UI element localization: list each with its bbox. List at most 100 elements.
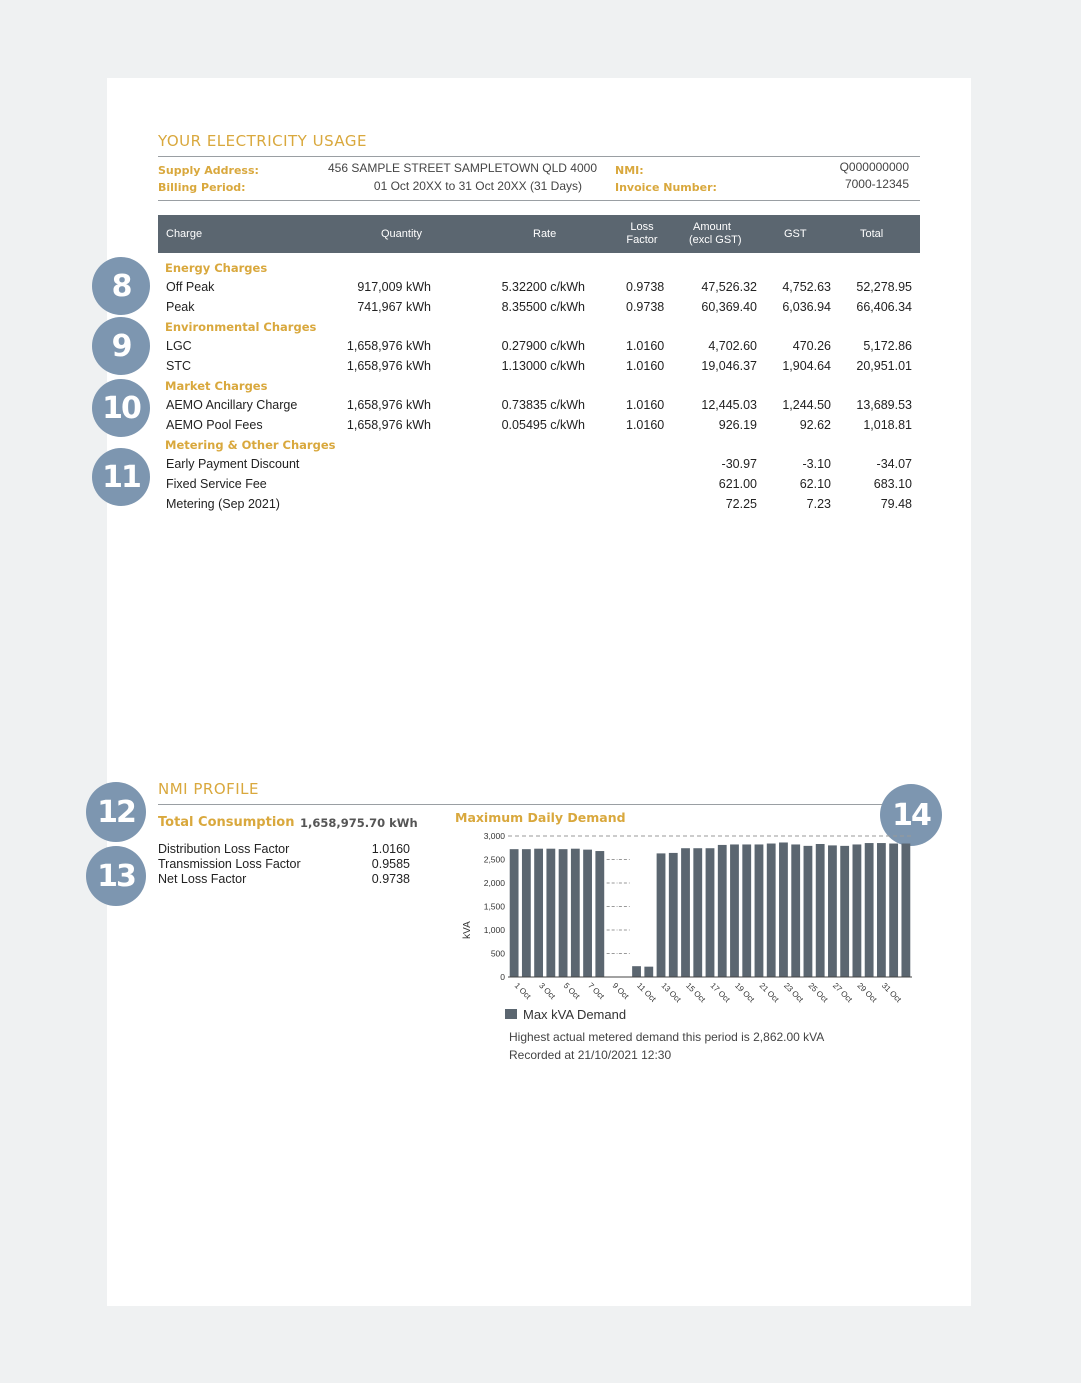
bar xyxy=(558,849,568,977)
bar xyxy=(864,843,874,977)
bar xyxy=(901,843,911,977)
demand-chart: 0 500 1,000 1,500 2,000 2,500 3,000 1 Oct 3 Oct… xyxy=(462,831,912,1004)
bar xyxy=(693,848,703,977)
callout-badge-9: 9 xyxy=(92,317,150,375)
bar xyxy=(583,849,592,977)
bar xyxy=(803,845,813,977)
bar xyxy=(656,853,666,977)
y-tick-label: 500 xyxy=(491,949,505,959)
section-metering: Metering & Other Charges xyxy=(165,438,336,452)
recorded-note: Recorded at 21/10/2021 12:30 xyxy=(509,1048,672,1062)
x-tick-label: 29 Oct xyxy=(855,981,879,1004)
supply-address-label: Supply Address: xyxy=(158,164,259,177)
list-item: Net Loss Factor 0.9738 xyxy=(158,872,410,886)
list-item: Transmission Loss Factor 0.9585 xyxy=(158,857,410,871)
bar xyxy=(815,843,825,977)
col-rate: Rate xyxy=(533,227,557,240)
nmi-label: NMI: xyxy=(615,164,644,177)
bar xyxy=(570,848,580,977)
bar xyxy=(840,845,850,977)
x-tick-label: 13 Oct xyxy=(660,981,684,1004)
callout-badge-10: 10 xyxy=(92,379,150,437)
section-environmental: Environmental Charges xyxy=(165,320,317,334)
loss-factor-list: Distribution Loss Factor 1.0160 Transmiss… xyxy=(158,842,410,887)
section-energy: Energy Charges xyxy=(165,261,268,275)
x-axis: 1 Oct 3 Oct 5 Oct 7 Oct 9 Oct 11 Oct 13 Oct 15 … xyxy=(508,976,912,1004)
bar xyxy=(632,966,641,977)
legend-label: Max kVA Demand xyxy=(523,1007,627,1022)
x-tick-label: 23 Oct xyxy=(782,981,806,1004)
billing-period: 01 Oct 20XX to 31 Oct 20XX (31 Days) xyxy=(373,179,582,193)
callout-badge-12: 12 xyxy=(86,782,146,842)
x-tick-label: 1 Oct xyxy=(513,981,533,1001)
table-row: AEMO Ancillary Charge 1,658,976 kWh 0.73… xyxy=(166,398,912,412)
demand-note: Highest actual metered demand this perio… xyxy=(509,1030,825,1044)
x-tick-label: 17 Oct xyxy=(709,981,733,1004)
chart-title: Maximum Daily Demand xyxy=(455,810,626,825)
x-tick-label: 15 Oct xyxy=(684,981,708,1004)
table-row: AEMO Pool Fees 1,658,976 kWh 0.05495 c/k… xyxy=(166,418,912,432)
bar xyxy=(828,845,837,977)
table-row: Fixed Service Fee 621.00 62.10 683.10 xyxy=(166,477,912,491)
y-tick-label: 3,000 xyxy=(484,831,506,841)
divider xyxy=(158,804,882,805)
x-tick-label: 3 Oct xyxy=(537,981,557,1001)
bar xyxy=(681,848,690,977)
legend-swatch xyxy=(505,1009,517,1019)
bar xyxy=(889,843,899,977)
invoice-label: Invoice Number: xyxy=(615,181,717,194)
usage-title: YOUR ELECTRICITY USAGE xyxy=(158,132,367,150)
col-quantity: Quantity xyxy=(381,227,422,240)
bar xyxy=(754,844,764,977)
profile-title: NMI PROFILE xyxy=(158,780,260,798)
bar xyxy=(509,849,519,977)
divider xyxy=(158,200,920,201)
billing-period-label: Billing Period: xyxy=(158,181,246,194)
bar xyxy=(852,844,862,977)
bar xyxy=(705,848,715,977)
bar xyxy=(521,849,531,977)
col-gst: GST xyxy=(784,227,807,240)
y-tick-label: 1,000 xyxy=(484,925,506,935)
table-row: LGC 1,658,976 kWh 0.27900 c/kWh 1.0160 4… xyxy=(166,339,912,353)
bar xyxy=(595,851,605,977)
table-row: STC 1,658,976 kWh 1.13000 c/kWh 1.0160 1… xyxy=(166,359,912,373)
callout-badge-8: 8 xyxy=(92,257,150,315)
col-amount: Amount (excl GST) xyxy=(689,221,742,246)
bar xyxy=(534,848,544,977)
bar xyxy=(766,843,776,977)
col-loss-factor: Loss Factor xyxy=(626,221,658,246)
callout-badge-11: 11 xyxy=(92,448,150,506)
bar xyxy=(644,966,654,977)
bar xyxy=(779,842,788,977)
table-row: Early Payment Discount -30.97 -3.10 -34.… xyxy=(166,457,912,471)
list-item: Distribution Loss Factor 1.0160 xyxy=(158,842,410,856)
x-tick-label: 21 Oct xyxy=(758,981,782,1004)
bar xyxy=(546,848,556,977)
bar xyxy=(730,844,739,977)
col-total: Total xyxy=(860,227,884,240)
x-tick-label: 25 Oct xyxy=(807,981,831,1004)
table-row: Off Peak 917,009 kWh 5.32200 c/kWh 0.973… xyxy=(166,280,912,294)
col-charge: Charge xyxy=(166,227,203,240)
bar xyxy=(876,843,886,977)
section-market: Market Charges xyxy=(165,379,268,393)
callout-badge-13: 13 xyxy=(86,846,146,906)
table-row: Metering (Sep 2021) 72.25 7.23 79.48 xyxy=(166,497,912,511)
bars xyxy=(509,842,911,977)
nmi-value: Q000000000 xyxy=(839,160,909,174)
y-tick-label: 2,500 xyxy=(484,855,506,865)
y-axis-label: kVA xyxy=(462,921,473,939)
bar xyxy=(668,852,678,977)
y-tick-label: 2,000 xyxy=(484,878,506,888)
bar xyxy=(791,844,801,977)
x-tick-label: 27 Oct xyxy=(831,981,855,1004)
table-header: Charge Quantity Rate Loss Factor Amount (e… xyxy=(158,215,920,253)
y-tick-label: 1,500 xyxy=(484,902,506,912)
bar xyxy=(717,844,727,977)
x-tick-label: 7 Oct xyxy=(586,981,606,1001)
divider xyxy=(158,156,920,157)
x-tick-label: 11 Oct xyxy=(635,981,658,1004)
y-axis: 0 500 1,000 1,500 2,000 2,500 3,000 xyxy=(484,831,506,982)
x-tick-label: 19 Oct xyxy=(733,981,757,1004)
